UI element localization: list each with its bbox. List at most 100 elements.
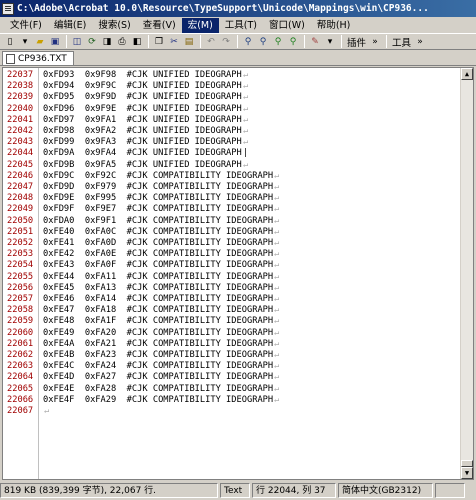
dropdown-arrow-icon[interactable]: ▾ xyxy=(323,35,337,49)
editor-line[interactable]: 22055 0xFE44 0xFA11 #CJK COMPATIBILITY ID… xyxy=(3,272,458,283)
find-next-icon[interactable]: ⚲ xyxy=(256,35,270,49)
app-icon[interactable] xyxy=(2,2,14,15)
line-end-marker-icon: ↵ xyxy=(274,282,280,293)
replace-icon[interactable]: ⚲ xyxy=(286,35,300,49)
editor-line[interactable]: 22062 0xFE4B 0xFA23 #CJK COMPATIBILITY ID… xyxy=(3,350,458,361)
line-end-marker-icon: ↵ xyxy=(243,70,249,80)
text-caret: | xyxy=(243,148,249,159)
menu-help[interactable]: 帮助(H) xyxy=(311,18,357,33)
line-number: 22041 xyxy=(7,114,34,125)
editor-line[interactable]: 22067 ↵ xyxy=(3,406,458,417)
menu-view[interactable]: 查看(V) xyxy=(137,18,182,33)
editor-line[interactable]: 22048 0xFD9E 0xF995 #CJK COMPATIBILITY ID… xyxy=(3,193,458,204)
editor-line[interactable]: 22058 0xFE47 0xFA18 #CJK COMPATIBILITY ID… xyxy=(3,305,458,316)
copy-icon[interactable]: ❐ xyxy=(152,35,166,49)
new-file-icon[interactable]: ▯ xyxy=(3,35,17,49)
line-number: 22062 xyxy=(7,350,34,360)
edit-mode-status[interactable]: Text xyxy=(220,483,250,498)
cursor-position-status[interactable]: 行 22044, 列 37 xyxy=(252,483,336,498)
editor-line[interactable]: 22044 0xFD9A 0x9FA4 #CJK UNIFIED IDEOGRAP… xyxy=(3,148,458,159)
scroll-down-arrow-icon[interactable]: ▼ xyxy=(461,467,473,479)
reload-icon[interactable]: ⟳ xyxy=(85,35,99,49)
line-number: 22049 xyxy=(7,204,34,215)
editor-line[interactable]: 22063 0xFE4C 0xFA24 #CJK COMPATIBILITY ID… xyxy=(3,361,458,372)
editor-line[interactable]: 22045 0xFD9B 0x9FA5 #CJK UNIFIED IDEOGRAP… xyxy=(3,160,458,171)
line-end-marker-icon: ↵ xyxy=(274,249,280,260)
tools-menu-button[interactable]: 工具 xyxy=(390,35,413,49)
line-number: 22040 xyxy=(7,103,34,114)
line-end-marker-icon: ↵ xyxy=(274,238,280,248)
title-bar[interactable]: C:\Adobe\Acrobat 10.0\Resource\TypeSuppo… xyxy=(0,0,476,17)
vertical-scrollbar[interactable]: ▲ ▼ xyxy=(460,68,473,479)
line-end-marker-icon: ↵ xyxy=(243,81,249,92)
find-previous-icon[interactable]: ⚲ xyxy=(271,35,285,49)
cut-icon[interactable]: ✂ xyxy=(167,35,181,49)
editor-line[interactable]: 22046 0xFD9C 0xF92C #CJK COMPATIBILITY ID… xyxy=(3,171,458,182)
redo-icon[interactable]: ↷ xyxy=(219,35,233,49)
toolbar-separator xyxy=(148,35,149,48)
line-end-marker-icon: ↵ xyxy=(274,260,280,271)
encoding-status[interactable]: 简体中文(GB2312) xyxy=(338,483,433,498)
line-text: 0xFD9C 0xF92C #CJK COMPATIBILITY IDEOGRA… xyxy=(43,170,274,181)
editor-line[interactable]: 22061 0xFE4A 0xFA21 #CJK COMPATIBILITY ID… xyxy=(3,339,458,350)
editor-line[interactable]: 22060 0xFE49 0xFA20 #CJK COMPATIBILITY ID… xyxy=(3,328,458,339)
editor-line[interactable]: 22047 0xFD9D 0xF979 #CJK COMPATIBILITY ID… xyxy=(3,182,458,193)
document-tab[interactable]: CP936.TXT xyxy=(2,51,74,65)
print-preview-icon[interactable]: ◧ xyxy=(130,35,144,49)
editor-line[interactable]: 22057 0xFE46 0xFA14 #CJK COMPATIBILITY ID… xyxy=(3,294,458,305)
line-text: 0xFE4D 0xFA27 #CJK COMPATIBILITY IDEOGRA… xyxy=(43,372,274,383)
editor-line[interactable]: 22040 0xFD96 0x9F9E #CJK UNIFIED IDEOGRAP… xyxy=(3,104,458,115)
toolbar-separator xyxy=(237,35,238,48)
editor-line[interactable]: 22042 0xFD98 0x9FA2 #CJK UNIFIED IDEOGRAP… xyxy=(3,126,458,137)
menu-window[interactable]: 窗口(W) xyxy=(263,18,311,33)
line-end-marker-icon: ↵ xyxy=(243,103,249,114)
line-end-marker-icon: ↵ xyxy=(243,114,249,125)
line-text: 0xFE44 0xFA11 #CJK COMPATIBILITY IDEOGRA… xyxy=(43,271,274,282)
find-icon[interactable]: ⚲ xyxy=(241,35,255,49)
line-number: 22065 xyxy=(7,383,34,394)
menu-search[interactable]: 搜索(S) xyxy=(92,18,136,33)
editor-line[interactable]: 22038 0xFD94 0x9F9C #CJK UNIFIED IDEOGRAP… xyxy=(3,81,458,92)
editor-line[interactable]: 22049 0xFD9F 0xF9E7 #CJK COMPATIBILITY ID… xyxy=(3,204,458,215)
menu-edit[interactable]: 编辑(E) xyxy=(48,18,92,33)
editor-line[interactable]: 22065 0xFE4E 0xFA28 #CJK COMPATIBILITY ID… xyxy=(3,384,458,395)
plugins-menu-button[interactable]: 插件 xyxy=(345,35,368,49)
menu-file[interactable]: 文件(F) xyxy=(4,18,48,33)
line-text: 0xFE49 0xFA20 #CJK COMPATIBILITY IDEOGRA… xyxy=(43,327,274,338)
menu-macro[interactable]: 宏(M) xyxy=(181,17,219,33)
save-icon[interactable]: ▣ xyxy=(48,35,62,49)
line-text: 0xFE47 0xFA18 #CJK COMPATIBILITY IDEOGRA… xyxy=(43,305,274,316)
line-number: 22046 xyxy=(7,170,34,181)
editor-line[interactable]: 22050 0xFDA0 0xF9F1 #CJK COMPATIBILITY ID… xyxy=(3,216,458,227)
editor-line[interactable]: 22059 0xFE48 0xFA1F #CJK COMPATIBILITY ID… xyxy=(3,316,458,327)
editor-line[interactable]: 22039 0xFD95 0x9F9D #CJK UNIFIED IDEOGRAP… xyxy=(3,92,458,103)
editor-line[interactable]: 22051 0xFE40 0xFA0C #CJK COMPATIBILITY ID… xyxy=(3,227,458,238)
editor-line[interactable]: 22054 0xFE43 0xFA0F #CJK COMPATIBILITY ID… xyxy=(3,260,458,271)
open-folder-icon[interactable]: ▰ xyxy=(33,35,47,49)
text-editor[interactable]: 22037 0xFD93 0x9F98 #CJK UNIFIED IDEOGRAP… xyxy=(2,67,474,480)
editor-line[interactable]: 22052 0xFE41 0xFA0D #CJK COMPATIBILITY ID… xyxy=(3,238,458,249)
editor-line[interactable]: 22056 0xFE45 0xFA13 #CJK COMPATIBILITY ID… xyxy=(3,283,458,294)
menu-tools[interactable]: 工具(T) xyxy=(219,18,263,33)
plugins-chevron-icon[interactable]: » xyxy=(368,35,382,49)
close-file-icon[interactable]: ◨ xyxy=(100,35,114,49)
scroll-up-arrow-icon[interactable]: ▲ xyxy=(461,68,473,80)
line-text: 0xFE41 0xFA0D #CJK COMPATIBILITY IDEOGRA… xyxy=(43,238,274,248)
editor-line[interactable]: 22064 0xFE4D 0xFA27 #CJK COMPATIBILITY ID… xyxy=(3,372,458,383)
scrollbar-thumb[interactable] xyxy=(461,460,473,467)
tools-chevron-icon[interactable]: » xyxy=(413,35,427,49)
editor-line[interactable]: 22037 0xFD93 0x9F98 #CJK UNIFIED IDEOGRAP… xyxy=(3,70,458,81)
editor-line[interactable]: 22043 0xFD99 0x9FA3 #CJK UNIFIED IDEOGRAP… xyxy=(3,137,458,148)
editor-line[interactable]: 22066 0xFE4F 0xFA29 #CJK COMPATIBILITY ID… xyxy=(3,395,458,406)
line-end-marker-icon: ↵ xyxy=(274,361,280,372)
editor-line[interactable]: 22041 0xFD97 0x9FA1 #CJK UNIFIED IDEOGRAP… xyxy=(3,115,458,126)
save-all-icon[interactable]: ◫ xyxy=(70,35,84,49)
print-icon[interactable]: ⎙ xyxy=(115,35,129,49)
editor-line[interactable]: 22053 0xFE42 0xFA0E #CJK COMPATIBILITY ID… xyxy=(3,249,458,260)
paste-icon[interactable]: ▤ xyxy=(182,35,196,49)
macro-icon[interactable]: ✎ xyxy=(308,35,322,49)
line-text: 0xFD97 0x9FA1 #CJK UNIFIED IDEOGRAPH xyxy=(43,114,242,125)
dropdown-arrow-icon[interactable]: ▾ xyxy=(18,35,32,49)
line-number: 22056 xyxy=(7,282,34,293)
undo-icon[interactable]: ↶ xyxy=(204,35,218,49)
